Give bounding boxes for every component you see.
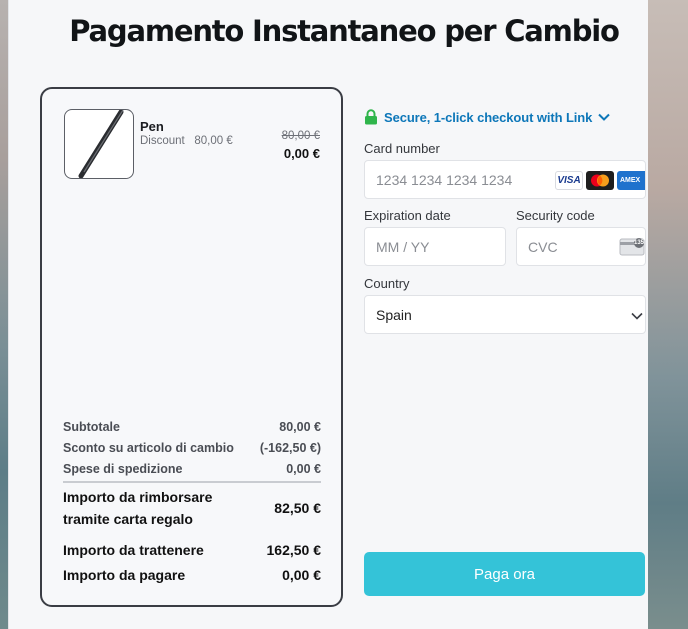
card-number-label: Card number — [364, 141, 440, 156]
country-label: Country — [364, 276, 410, 291]
to-pay-value: 0,00 € — [282, 567, 321, 583]
pen-image — [78, 110, 124, 178]
product-discount: Discount 80,00 € — [140, 135, 233, 147]
summary-line-value: 80,00 € — [279, 420, 321, 434]
withhold-value: 162,50 € — [266, 542, 322, 558]
country-select[interactable]: Spain — [364, 295, 646, 334]
card-brand-icons: VISA AMEX — [555, 171, 645, 190]
order-summary-card: Pen Discount 80,00 € 80,00 € 0,00 € Subt… — [40, 87, 343, 607]
pay-now-button[interactable]: Paga ora — [364, 552, 645, 596]
security-code-placeholder: CVC — [528, 238, 558, 255]
link-checkout-toggle[interactable]: Secure, 1-click checkout with Link — [364, 109, 611, 125]
refund-amount-row: Importo da rimborsare tramite carta rega… — [63, 486, 321, 530]
to-pay-amount-row: Importo da pagare 0,00 € — [63, 564, 321, 586]
expiration-placeholder: MM / YY — [376, 238, 430, 255]
lock-icon — [365, 109, 377, 125]
summary-line-label: Subtotale — [63, 420, 120, 434]
product-thumbnail — [64, 109, 134, 179]
product-name: Pen — [140, 119, 164, 134]
cvc-hint: 135 — [633, 240, 644, 246]
mastercard-icon — [586, 171, 614, 190]
discount-label: Discount — [140, 135, 185, 147]
summary-line-shipping: Spese di spedizione 0,00 € — [63, 462, 321, 476]
link-checkout-text: Secure, 1-click checkout with Link — [384, 109, 593, 125]
summary-line-label: Spese di spedizione — [63, 462, 183, 476]
amex-icon: AMEX — [617, 171, 645, 190]
product-original-price: 80,00 € — [281, 130, 320, 142]
summary-line-value: 0,00 € — [286, 462, 321, 476]
to-pay-label: Importo da pagare — [63, 567, 186, 583]
select-chevron-icon — [631, 312, 643, 320]
product-price: 0,00 € — [283, 146, 320, 161]
withhold-label: Importo da trattenere — [63, 542, 204, 558]
summary-line-value: (-162,50 €) — [259, 441, 321, 455]
chevron-down-icon — [598, 113, 611, 121]
withhold-amount-row: Importo da trattenere 162,50 € — [63, 539, 321, 561]
discount-value: 80,00 € — [194, 135, 233, 147]
card-number-placeholder: 1234 1234 1234 1234 — [376, 171, 513, 188]
refund-value: 82,50 € — [274, 500, 321, 516]
visa-icon: VISA — [555, 171, 583, 190]
cvc-card-icon: 135 — [619, 238, 645, 256]
page-title: Pagamento Instantaneo per Cambio — [69, 14, 620, 48]
background-scenery — [648, 0, 688, 629]
country-value: Spain — [376, 306, 412, 323]
security-code-input[interactable]: CVC 135 — [516, 227, 646, 266]
card-number-input[interactable]: 1234 1234 1234 1234 VISA AMEX — [364, 160, 646, 199]
summary-divider — [63, 481, 321, 483]
expiration-input[interactable]: MM / YY — [364, 227, 506, 266]
expiration-label: Expiration date — [364, 208, 451, 223]
summary-line-subtotal: Subtotale 80,00 € — [63, 420, 321, 434]
summary-line-label: Sconto su articolo di cambio — [63, 441, 234, 455]
summary-line-exchange-discount: Sconto su articolo di cambio (-162,50 €) — [63, 441, 321, 455]
security-code-label: Security code — [516, 208, 595, 223]
